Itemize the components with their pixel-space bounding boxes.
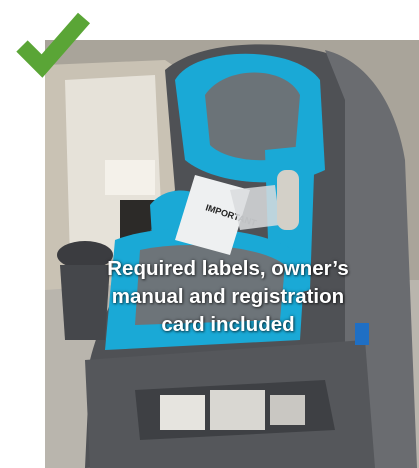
car-seat-photo: IMPORTANT	[45, 40, 419, 468]
caption-line-1: Required labels, owner’s	[107, 257, 349, 280]
box-label	[105, 160, 155, 195]
caption: Required labels, owner’s manual and regi…	[58, 255, 398, 339]
caption-line-2: manual and registration	[111, 285, 345, 308]
caption-line-3: card included	[161, 313, 295, 336]
checkmark-icon	[14, 8, 94, 84]
